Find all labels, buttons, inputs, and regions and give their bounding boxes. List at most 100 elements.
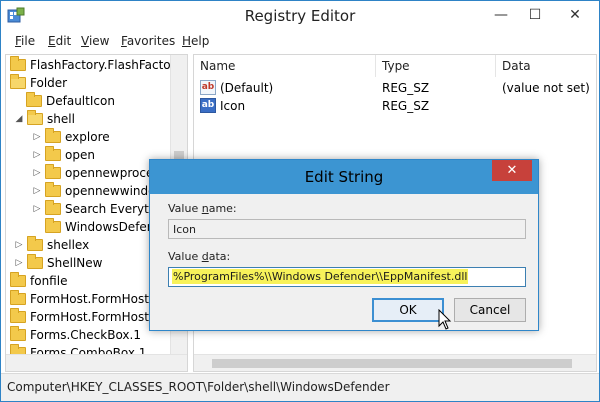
value-row-default[interactable]: ab (Default) REG_SZ (value not set) bbox=[194, 79, 594, 97]
menu-help-label: elp bbox=[191, 34, 210, 48]
value-name: Icon bbox=[220, 99, 246, 113]
value-type: REG_SZ bbox=[382, 81, 430, 95]
edit-string-dialog: Edit String ✕ Value name: Icon Value dat… bbox=[149, 159, 539, 331]
tree-item-fonfile[interactable]: fonfile bbox=[10, 272, 67, 290]
label-mnemonic: d bbox=[201, 250, 209, 263]
dialog-close-button[interactable]: ✕ bbox=[492, 160, 532, 181]
tree-item-open[interactable]: ▷ open bbox=[32, 146, 95, 164]
folder-icon bbox=[27, 236, 43, 251]
folder-icon bbox=[10, 290, 26, 305]
value-name: (Default) bbox=[220, 81, 274, 95]
collapsed-arrow-icon[interactable]: ▷ bbox=[32, 132, 42, 142]
title-bar[interactable]: Registry Editor — ☐ ✕ bbox=[1, 1, 599, 31]
label-part: Value bbox=[168, 202, 202, 215]
column-header-data[interactable]: Data bbox=[496, 55, 596, 77]
tree-horizontal-scrollbar[interactable] bbox=[6, 354, 187, 371]
value-data-input[interactable]: %ProgramFiles%\\Windows Defender\\EppMan… bbox=[168, 267, 526, 287]
value-data: (value not set) bbox=[502, 81, 590, 95]
close-icon: ✕ bbox=[569, 7, 581, 23]
menu-bar: File Edit View Favorites Help bbox=[1, 32, 599, 52]
dialog-title-bar[interactable]: Edit String ✕ bbox=[150, 160, 538, 194]
values-scroll-thumb[interactable] bbox=[212, 359, 572, 368]
label-part: Value bbox=[168, 250, 202, 263]
tree-item-label: FlashFactory.FlashFactory.1 bbox=[30, 58, 188, 72]
tree-item-shellex[interactable]: ▷ shellex bbox=[14, 236, 89, 254]
tree-item-shell[interactable]: ◢ shell bbox=[14, 110, 75, 128]
value-name-label: Value name: bbox=[168, 202, 237, 215]
value-data-label: Value data: bbox=[168, 250, 230, 263]
folder-icon bbox=[10, 272, 26, 287]
menu-view-mnemonic: V bbox=[81, 34, 89, 48]
collapsed-arrow-icon[interactable]: ▷ bbox=[32, 150, 42, 160]
tree-item-opennewwindow[interactable]: ▷ opennewwindow bbox=[32, 182, 165, 200]
folder-icon bbox=[45, 218, 61, 233]
value-row-icon[interactable]: ab Icon REG_SZ bbox=[194, 97, 594, 115]
tree-item-label: fonfile bbox=[30, 274, 68, 288]
folder-icon bbox=[45, 128, 61, 143]
menu-view[interactable]: View bbox=[81, 34, 109, 48]
tree-item-opennewprocess[interactable]: ▷ opennewprocess bbox=[32, 164, 166, 182]
tree-item-forms-checkbox[interactable]: Forms.CheckBox.1 bbox=[10, 326, 141, 344]
expanded-arrow-icon[interactable]: ◢ bbox=[14, 114, 24, 124]
maximize-button[interactable]: ☐ bbox=[519, 1, 551, 29]
tree-item-label: DefaultIcon bbox=[46, 94, 115, 108]
tree-item-label: explore bbox=[65, 130, 110, 144]
column-header-type[interactable]: Type bbox=[376, 55, 496, 77]
value-data-selected-text: %ProgramFiles%\\Windows Defender\\EppMan… bbox=[172, 269, 469, 284]
tree-item-label: open bbox=[65, 148, 95, 162]
status-bar: Computer\HKEY_CLASSES_ROOT\Folder\shell\… bbox=[1, 373, 599, 401]
ok-button[interactable]: OK bbox=[372, 298, 444, 322]
tree-item-defaulticon[interactable]: DefaultIcon bbox=[26, 92, 115, 110]
dialog-title: Edit String bbox=[304, 168, 384, 186]
tree-item-flashfactory[interactable]: FlashFactory.FlashFactory.1 bbox=[10, 56, 188, 74]
collapsed-arrow-icon[interactable]: ▷ bbox=[32, 168, 42, 178]
close-button[interactable]: ✕ bbox=[553, 1, 597, 29]
string-value-icon: ab bbox=[200, 80, 216, 95]
tree-item-formhost[interactable]: FormHost.FormHost bbox=[10, 290, 149, 308]
menu-edit[interactable]: Edit bbox=[48, 34, 71, 48]
menu-view-label: iew bbox=[88, 34, 110, 48]
tree-item-formhost-1[interactable]: FormHost.FormHost.1 bbox=[10, 308, 160, 326]
collapsed-arrow-icon[interactable]: ▷ bbox=[32, 204, 42, 214]
tree-item-folder[interactable]: Folder bbox=[10, 74, 67, 92]
tree-item-explore[interactable]: ▷ explore bbox=[32, 128, 110, 146]
collapsed-arrow-icon[interactable]: ▷ bbox=[32, 186, 42, 196]
folder-icon bbox=[45, 164, 61, 179]
folder-icon bbox=[26, 92, 42, 107]
folder-icon bbox=[27, 254, 43, 269]
tree-item-shellnew[interactable]: ▷ ShellNew bbox=[14, 254, 102, 272]
value-type: REG_SZ bbox=[382, 99, 430, 113]
menu-favorites[interactable]: Favorites bbox=[121, 34, 175, 48]
collapsed-arrow-icon[interactable]: ▷ bbox=[14, 240, 24, 250]
tree-item-label: ShellNew bbox=[47, 256, 103, 270]
registry-editor-window: Registry Editor — ☐ ✕ File Edit View Fav… bbox=[0, 0, 600, 402]
tree-item-label: shell bbox=[47, 112, 75, 126]
tree-item-label: FormHost.FormHost.1 bbox=[30, 310, 161, 324]
mouse-cursor-icon bbox=[438, 309, 452, 330]
label-part: ame: bbox=[208, 202, 237, 215]
tree-item-label: shellex bbox=[47, 238, 90, 252]
menu-help[interactable]: Help bbox=[182, 34, 209, 48]
values-horizontal-scrollbar[interactable] bbox=[194, 354, 596, 371]
menu-edit-label: dit bbox=[55, 34, 72, 48]
minimize-button[interactable]: — bbox=[485, 1, 517, 29]
tree-item-label: Folder bbox=[30, 76, 68, 90]
folder-open-icon bbox=[27, 110, 43, 125]
folder-open-icon bbox=[10, 74, 26, 89]
folder-icon bbox=[45, 182, 61, 197]
minimize-icon: — bbox=[494, 7, 508, 23]
tree-item-label: Forms.CheckBox.1 bbox=[30, 328, 141, 342]
menu-file[interactable]: File bbox=[15, 34, 35, 48]
column-header-name[interactable]: Name bbox=[194, 55, 376, 77]
folder-icon bbox=[10, 56, 26, 71]
menu-favorites-label: avorites bbox=[126, 34, 176, 48]
maximize-icon: ☐ bbox=[528, 7, 542, 23]
label-mnemonic: n bbox=[201, 202, 209, 215]
collapsed-arrow-icon[interactable]: ▷ bbox=[14, 258, 24, 268]
menu-help-mnemonic: H bbox=[182, 34, 192, 48]
folder-icon bbox=[10, 326, 26, 341]
value-name-field: Icon bbox=[168, 219, 526, 239]
cancel-button[interactable]: Cancel bbox=[454, 298, 526, 322]
label-part: ata: bbox=[208, 250, 231, 263]
dialog-body: Value name: Icon Value data: %ProgramFil… bbox=[150, 194, 538, 330]
